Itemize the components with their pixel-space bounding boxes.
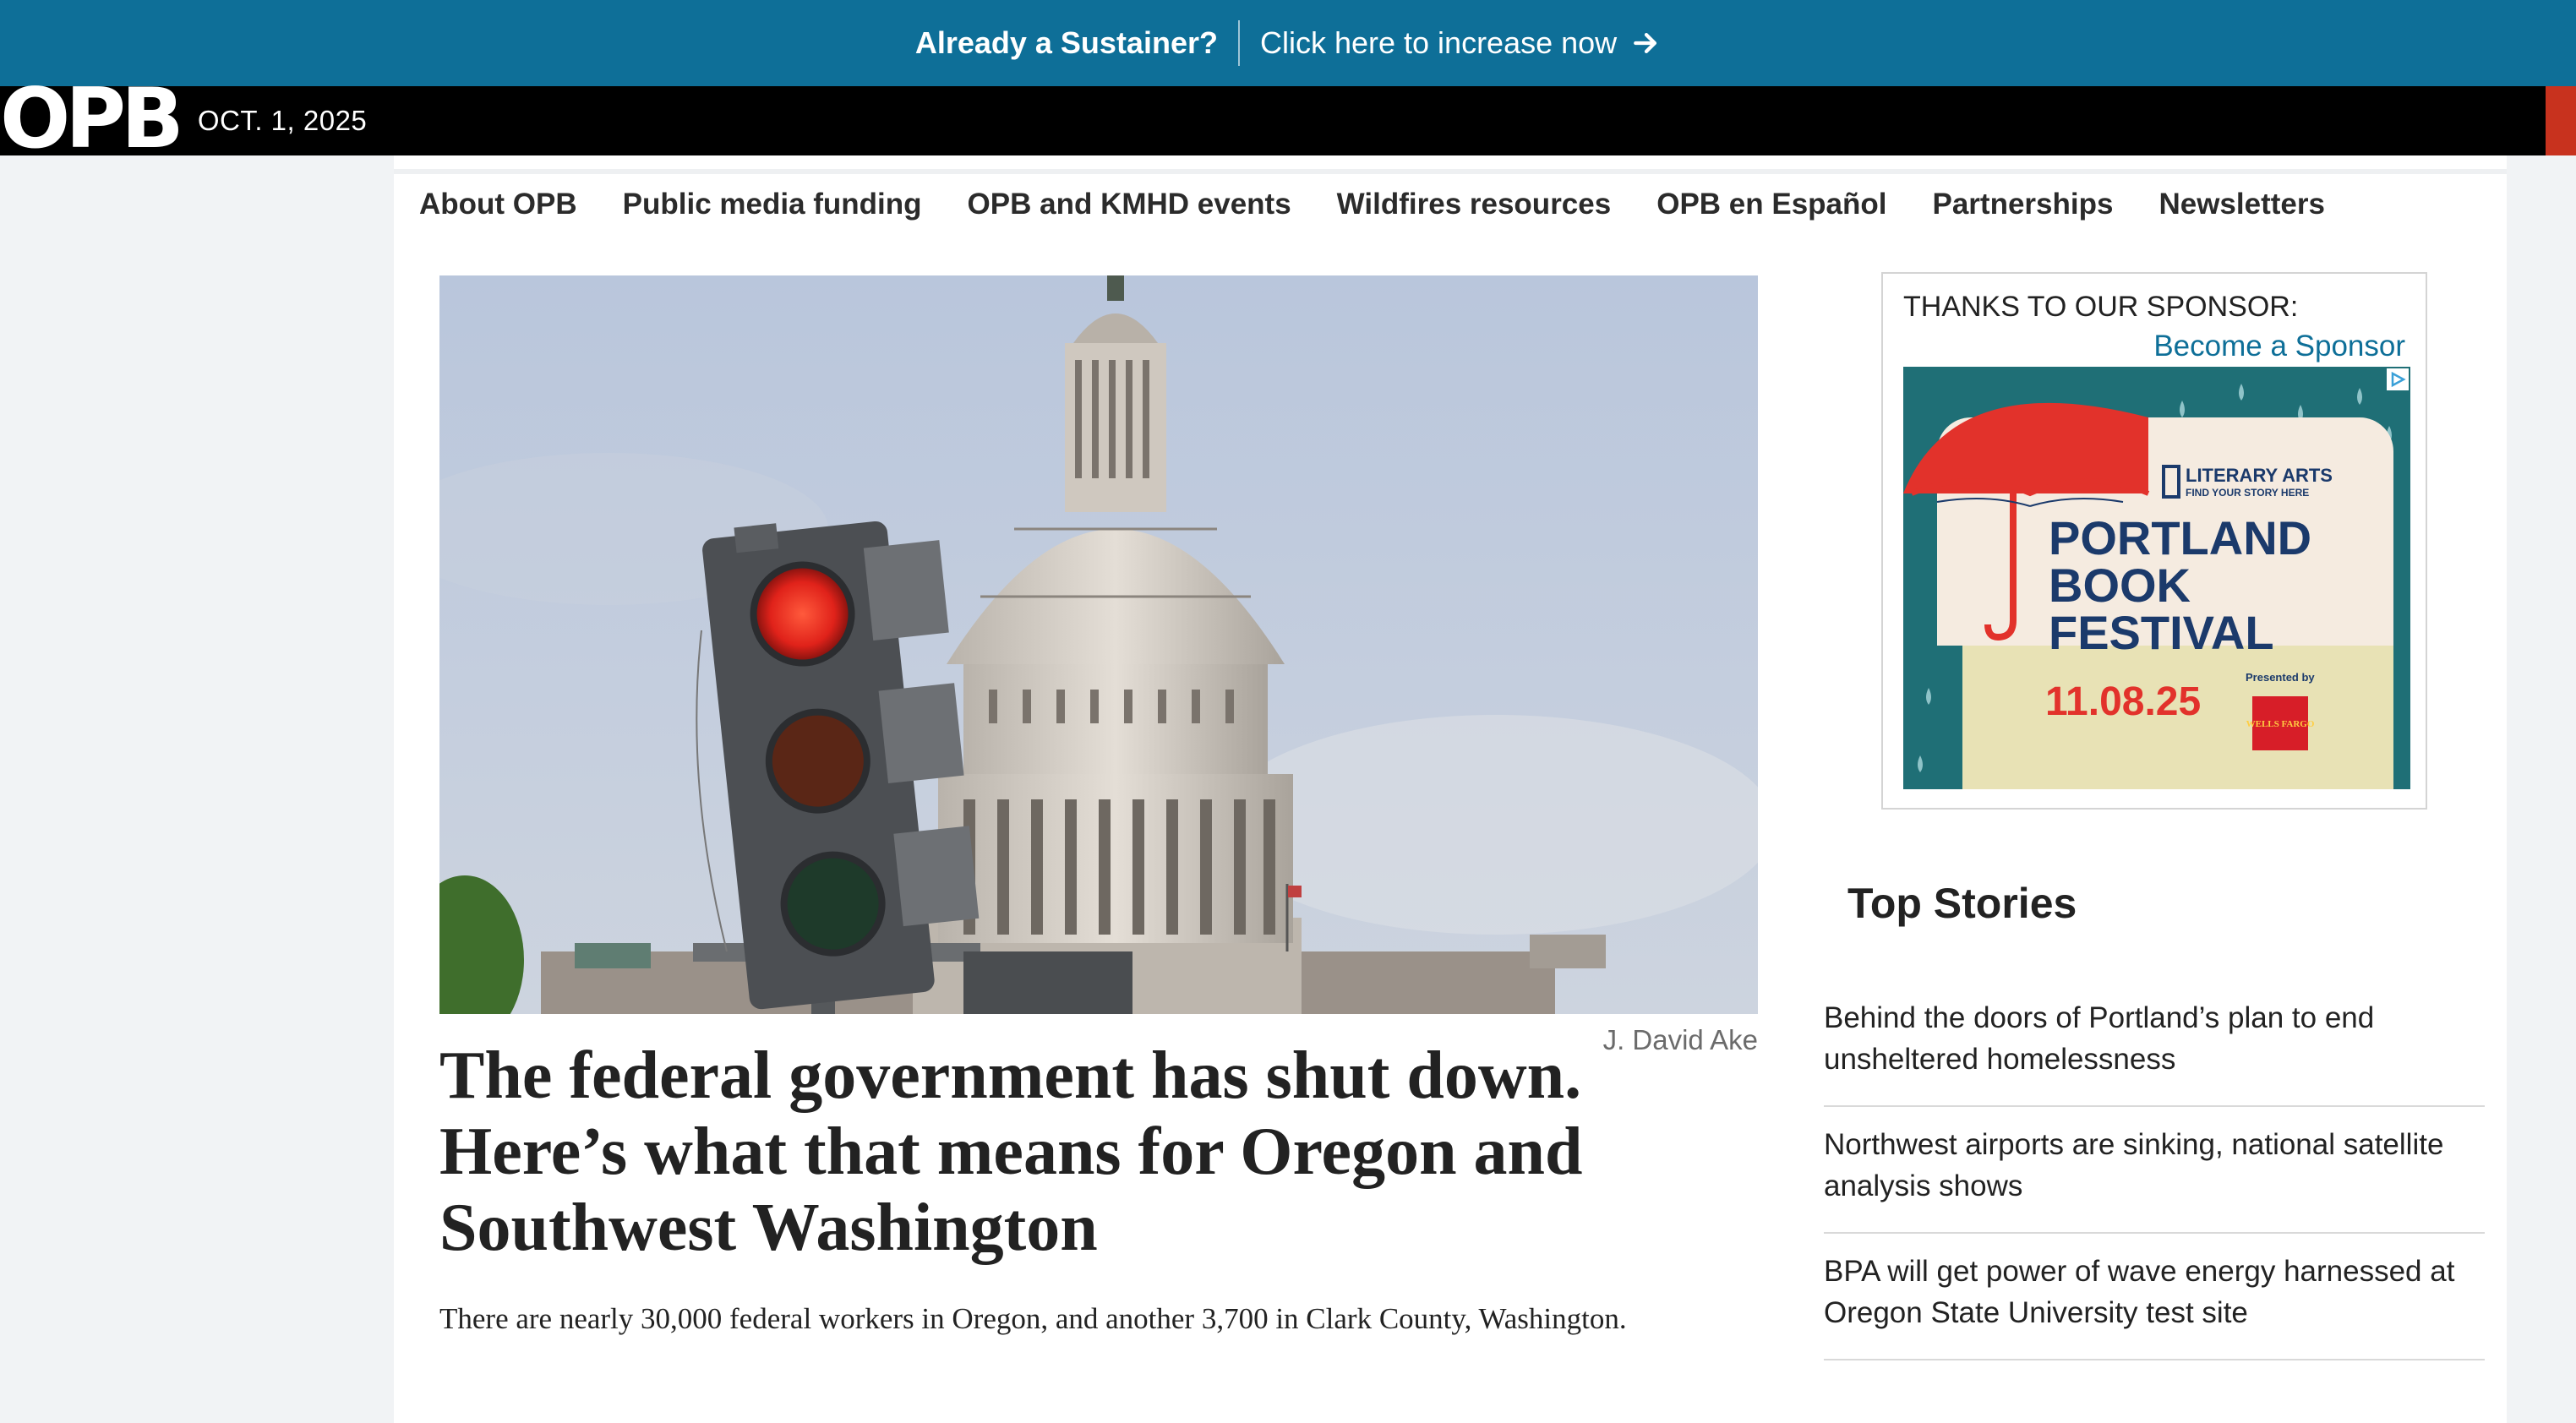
nav-opb-kmhd-events[interactable]: OPB and KMHD events <box>968 188 1291 221</box>
ad-presenter: WELLS FARGO <box>2246 719 2315 729</box>
hero-image[interactable] <box>439 275 1758 1014</box>
top-stories-heading: Top Stories <box>1847 880 2077 927</box>
ad-line2: BOOK <box>2049 559 2191 612</box>
panel-divider <box>394 169 2507 174</box>
sustainer-banner[interactable]: Already a Sustainer? Click here to incre… <box>0 0 2576 86</box>
masthead-edge-button[interactable] <box>2546 86 2576 155</box>
article-headline[interactable]: The federal government has shut down. He… <box>439 1038 1741 1266</box>
nav-newsletters[interactable]: Newsletters <box>2158 188 2324 221</box>
ad-line3: FESTIVAL <box>2049 606 2274 659</box>
top-story-item[interactable]: BPA will get power of wave energy harnes… <box>1824 1234 2485 1360</box>
opb-logo[interactable]: OPB <box>0 78 184 161</box>
ad-date: 11.08.25 <box>2045 679 2201 724</box>
sustainer-question: Already a Sustainer? <box>914 25 1218 60</box>
masthead-date: OCT. 1, 2025 <box>197 105 368 136</box>
nav-about-opb[interactable]: About OPB <box>419 188 577 221</box>
top-story-item[interactable]: Behind the doors of Portland’s plan to e… <box>1824 980 2485 1107</box>
secondary-nav: About OPB Public media funding OPB and K… <box>419 188 2325 221</box>
arrow-right-icon <box>1634 32 1657 54</box>
top-stories-list: Behind the doors of Portland’s plan to e… <box>1824 980 2485 1360</box>
nav-wildfires-resources[interactable]: Wildfires resources <box>1337 188 1612 221</box>
increase-link[interactable]: Click here to increase now <box>1260 25 1661 61</box>
ad-line1: PORTLAND <box>2049 511 2311 564</box>
top-story-item[interactable]: Northwest airports are sinking, national… <box>1824 1107 2485 1234</box>
increase-link-label: Click here to increase now <box>1259 25 1618 60</box>
nav-partnerships[interactable]: Partnerships <box>1933 188 2114 221</box>
ad-tagline: FIND YOUR STORY HERE <box>2186 487 2309 499</box>
nav-public-media-funding[interactable]: Public media funding <box>623 188 922 221</box>
article-dek: There are nearly 30,000 federal workers … <box>439 1302 1627 1335</box>
masthead: OPB OCT. 1, 2025 <box>0 78 2576 161</box>
ad-presented-by: Presented by <box>2246 671 2315 684</box>
sponsor-ad[interactable]: LITERARY ARTS FIND YOUR STORY HERE PORTL… <box>1903 367 2410 789</box>
ad-brand: LITERARY ARTS <box>2186 465 2333 486</box>
sponsor-thanks: THANKS TO OUR SPONSOR: <box>1903 291 2299 323</box>
nav-opb-en-espanol[interactable]: OPB en Español <box>1656 188 1886 221</box>
banner-divider <box>1237 20 1240 66</box>
panel-top <box>394 155 2507 169</box>
become-sponsor-link[interactable]: Become a Sponsor <box>2153 330 2405 363</box>
sponsor-box: THANKS TO OUR SPONSOR: Become a Sponsor … <box>1881 272 2427 810</box>
